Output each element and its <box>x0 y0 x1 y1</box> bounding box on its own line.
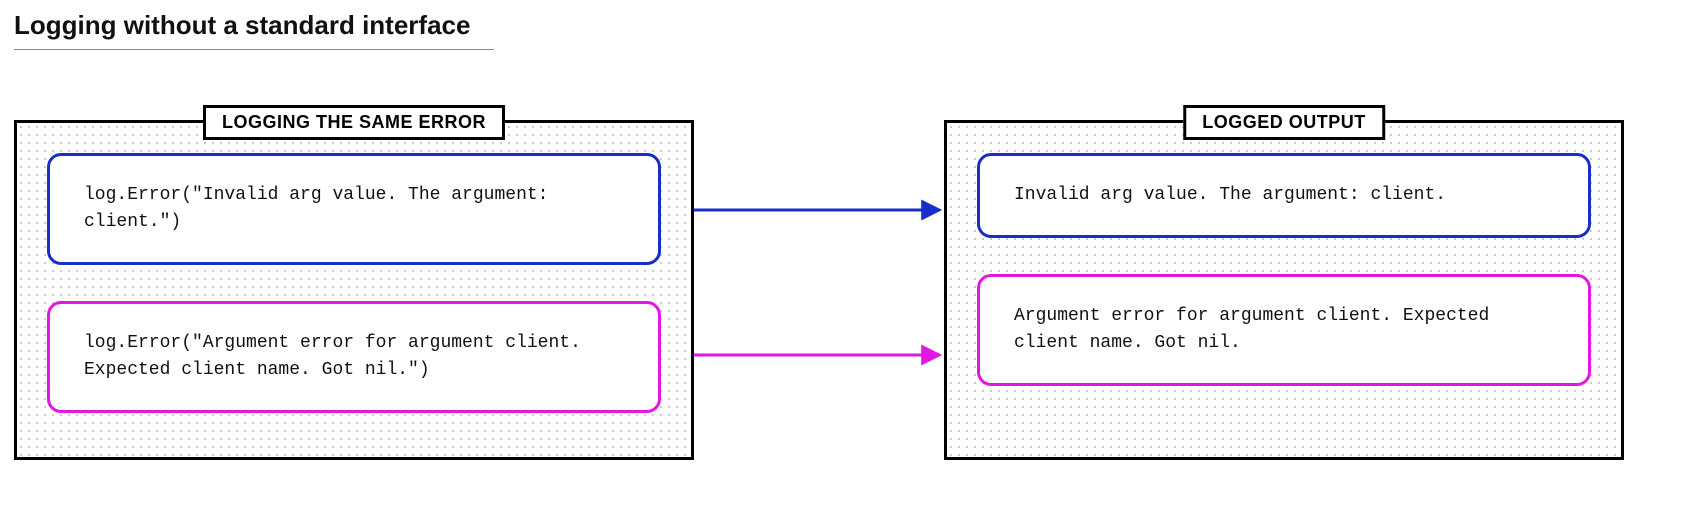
diagram-title: Logging without a standard interface <box>14 10 494 50</box>
output-card-magenta: Argument error for argument client. Expe… <box>977 274 1591 386</box>
diagram-container: LOGGING THE SAME ERROR log.Error("Invali… <box>14 120 1690 460</box>
panel-label-left: LOGGING THE SAME ERROR <box>203 105 505 140</box>
arrow-region <box>694 120 944 460</box>
arrows-svg <box>694 120 944 460</box>
output-card-blue: Invalid arg value. The argument: client. <box>977 153 1591 238</box>
panel-label-right: LOGGED OUTPUT <box>1183 105 1385 140</box>
panel-logging-input: LOGGING THE SAME ERROR log.Error("Invali… <box>14 120 694 460</box>
code-card-magenta-input: log.Error("Argument error for argument c… <box>47 301 661 413</box>
code-card-blue-input: log.Error("Invalid arg value. The argume… <box>47 153 661 265</box>
panel-logged-output: LOGGED OUTPUT Invalid arg value. The arg… <box>944 120 1624 460</box>
